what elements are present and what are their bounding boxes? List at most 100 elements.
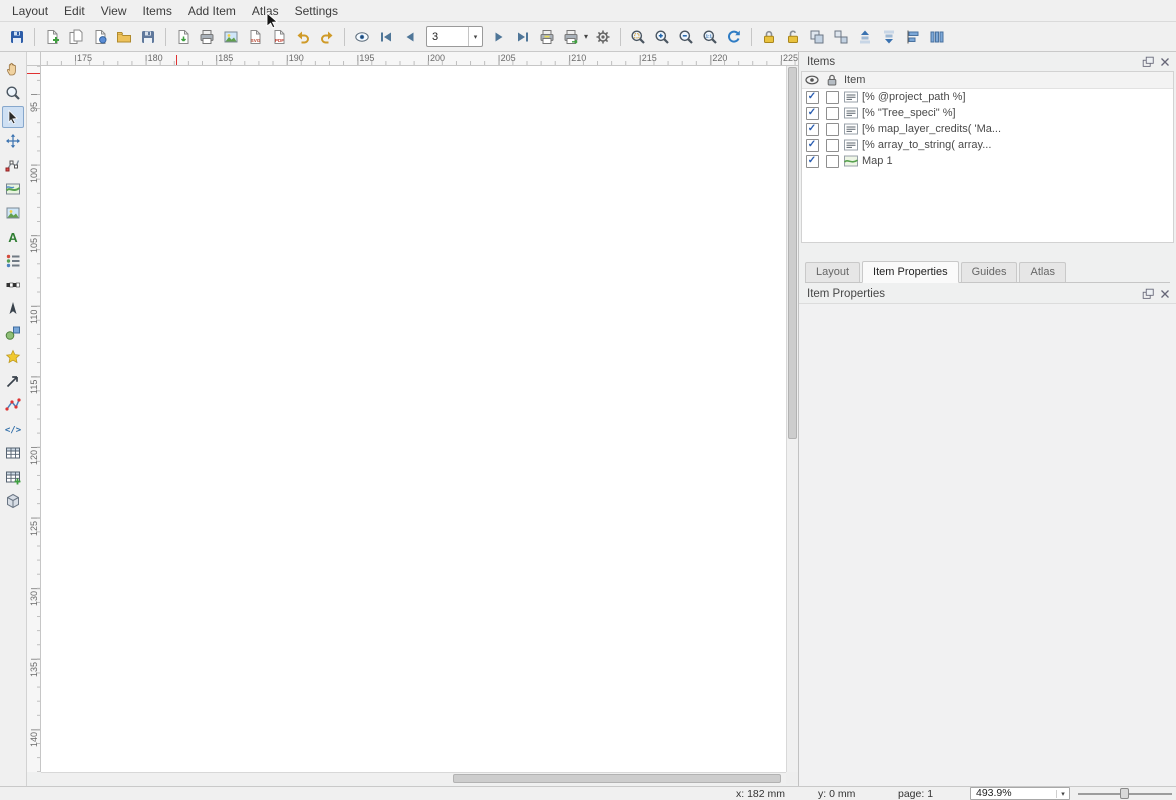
export-svg-button[interactable]: SVG [243,25,267,49]
add-map-icon [5,181,21,197]
pan-layout-tool[interactable] [2,58,24,80]
visibility-checkbox[interactable]: ✓ [806,139,819,152]
items-tree-row[interactable]: ✓Map 1 [802,153,1173,169]
item-properties-float-icon[interactable] [1141,287,1155,301]
edit-nodes-item-tool[interactable] [2,154,24,176]
add-arrow-tool[interactable] [2,370,24,392]
first-feature-button[interactable] [374,25,398,49]
menu-items[interactable]: Items [135,1,180,21]
save-project-button[interactable] [5,25,29,49]
zoom-in-button[interactable] [650,25,674,49]
export-atlas-button[interactable] [559,25,583,49]
visibility-checkbox[interactable]: ✓ [806,91,819,104]
add-label-tool[interactable]: A [2,226,24,248]
zoom-level-combo[interactable]: 493.9% ▾ [970,787,1070,800]
new-layout-button[interactable] [40,25,64,49]
save-as-template-button[interactable] [136,25,160,49]
preview-atlas-button[interactable] [350,25,374,49]
last-feature-button[interactable] [511,25,535,49]
add-legend-tool[interactable] [2,250,24,272]
add-attribute-table-tool[interactable] [2,442,24,464]
atlas-settings-icon [595,29,611,45]
layout-canvas-page[interactable] [41,66,786,772]
lock-checkbox[interactable] [826,155,839,168]
zoom-full-button[interactable] [626,25,650,49]
menu-add-item[interactable]: Add Item [180,1,244,21]
export-pdf-button[interactable]: PDF [267,25,291,49]
add-map-tool[interactable] [2,178,24,200]
horizontal-scrollbar-thumb[interactable] [453,774,781,783]
items-tree-row[interactable]: ✓[% array_to_string( array... [802,137,1173,153]
menu-view[interactable]: View [93,1,135,21]
load-from-template-button[interactable] [112,25,136,49]
tab-guides[interactable]: Guides [961,262,1018,282]
align-selected-items-button[interactable] [901,25,925,49]
refresh-view-button[interactable] [722,25,746,49]
redo-button[interactable] [315,25,339,49]
lock-checkbox[interactable] [826,91,839,104]
atlas-feature-input[interactable] [427,30,468,44]
zoom-actual-button[interactable]: 1:1 [698,25,722,49]
export-atlas-dropdown[interactable]: ▾ [581,32,591,41]
items-tree-row[interactable]: ✓[% "Tree_speci" %] [802,105,1173,121]
zoom-slider-handle[interactable] [1120,788,1129,799]
add-picture-tool[interactable] [2,202,24,224]
export-image-button[interactable] [219,25,243,49]
horizontal-scrollbar[interactable] [41,772,786,784]
menu-edit[interactable]: Edit [56,1,93,21]
atlas-settings-button[interactable] [591,25,615,49]
lock-selected-items-button[interactable] [757,25,781,49]
add-shape-tool[interactable] [2,322,24,344]
print-layout-button[interactable] [195,25,219,49]
visibility-checkbox[interactable]: ✓ [806,155,819,168]
add-north-arrow-tool[interactable] [2,298,24,320]
previous-feature-button[interactable] [398,25,422,49]
add-marker-tool[interactable] [2,346,24,368]
add-html-tool[interactable]: </> [2,418,24,440]
menu-atlas[interactable]: Atlas [244,1,287,21]
items-tree-row[interactable]: ✓[% @project_path %] [802,89,1173,105]
raise-selected-items-button[interactable] [853,25,877,49]
item-properties-close-icon[interactable] [1158,287,1172,301]
ungroup-items-button[interactable] [829,25,853,49]
menu-settings[interactable]: Settings [287,1,346,21]
add-node-item-tool[interactable] [2,394,24,416]
zoom-out-button[interactable] [674,25,698,49]
zoom-tool-tool[interactable] [2,82,24,104]
items-tree-row[interactable]: ✓[% map_layer_credits( 'Ma... [802,121,1173,137]
lock-checkbox[interactable] [826,139,839,152]
add-fixed-table-tool[interactable] [2,466,24,488]
add-attribute-table-icon [5,445,21,461]
next-feature-button[interactable] [487,25,511,49]
visibility-checkbox[interactable]: ✓ [806,107,819,120]
tab-layout[interactable]: Layout [805,262,860,282]
unlock-all-items-button[interactable] [781,25,805,49]
print-atlas-button[interactable] [535,25,559,49]
items-panel-close-icon[interactable] [1158,55,1172,69]
vertical-scrollbar[interactable] [786,66,798,772]
add-3d-map-tool[interactable] [2,490,24,512]
distribute-selected-items-button[interactable] [925,25,949,49]
menu-layout[interactable]: Layout [4,1,56,21]
add-scalebar-tool[interactable] [2,274,24,296]
vertical-scrollbar-thumb[interactable] [788,67,797,439]
group-items-icon [809,29,825,45]
select-move-item-tool[interactable] [2,106,24,128]
lower-selected-items-button[interactable] [877,25,901,49]
tab-item-properties[interactable]: Item Properties [862,261,959,283]
item-properties-body [799,303,1176,786]
add-items-from-template-button[interactable] [171,25,195,49]
undo-button[interactable] [291,25,315,49]
duplicate-layout-button[interactable] [64,25,88,49]
items-panel-float-icon[interactable] [1141,55,1155,69]
atlas-feature-spinbox[interactable]: ▾ [426,26,483,47]
group-items-button[interactable] [805,25,829,49]
move-item-content-tool[interactable] [2,130,24,152]
layout-manager-button[interactable] [88,25,112,49]
tab-atlas[interactable]: Atlas [1019,262,1065,282]
visibility-checkbox[interactable]: ✓ [806,123,819,136]
lock-checkbox[interactable] [826,107,839,120]
zoom-slider[interactable] [1078,787,1172,800]
lock-checkbox[interactable] [826,123,839,136]
chevron-down-icon[interactable]: ▾ [468,27,482,46]
